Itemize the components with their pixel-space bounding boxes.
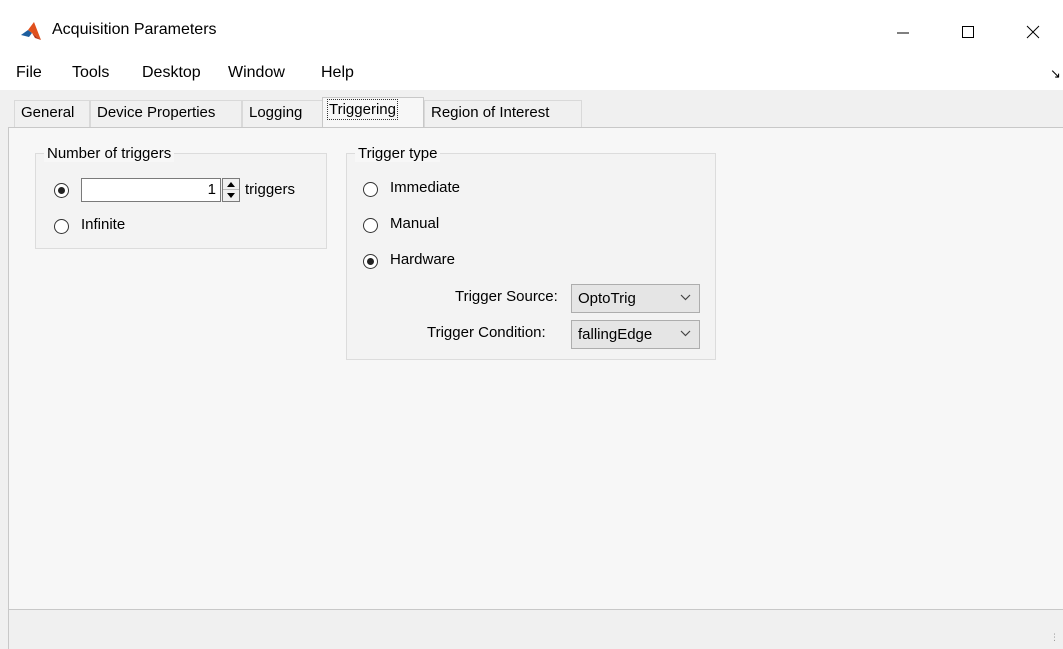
immediate-radio[interactable] <box>363 182 378 197</box>
menu-tools[interactable]: Tools <box>72 64 109 86</box>
infinite-radio[interactable] <box>54 219 69 234</box>
maximize-icon <box>962 26 974 38</box>
manual-radio[interactable] <box>363 218 378 233</box>
close-icon <box>1026 25 1040 39</box>
trigger-type-group: Trigger type Immediate Manual Hardware T… <box>346 145 716 360</box>
maximize-button[interactable] <box>945 12 991 52</box>
trigger-condition-label: Trigger Condition: <box>427 324 546 341</box>
tab-region-of-interest-label: Region of Interest <box>431 104 550 121</box>
trigger-source-select[interactable]: OptoTrig <box>571 284 700 313</box>
trigger-source-value: OptoTrig <box>578 290 636 307</box>
tab-logging[interactable]: Logging <box>242 100 324 128</box>
tab-logging-label: Logging <box>249 104 303 121</box>
minimize-button[interactable] <box>880 12 926 52</box>
menu-bar: File Tools Desktop Window Help ↘ <box>0 60 1063 90</box>
infinite-label[interactable]: Infinite <box>81 216 125 233</box>
chevron-down-icon <box>680 330 691 337</box>
menu-desktop[interactable]: Desktop <box>142 64 201 86</box>
manual-label[interactable]: Manual <box>390 215 439 232</box>
tab-device-properties-label: Device Properties <box>97 104 216 121</box>
hardware-radio[interactable] <box>363 254 378 269</box>
number-of-triggers-legend: Number of triggers <box>44 145 175 162</box>
trigger-count-radio[interactable] <box>54 183 69 198</box>
tab-device-properties[interactable]: Device Properties <box>90 100 242 128</box>
matlab-logo-icon <box>21 22 41 40</box>
window-title: Acquisition Parameters <box>52 21 217 38</box>
trigger-condition-value: fallingEdge <box>578 326 653 343</box>
tab-region-of-interest[interactable]: Region of Interest <box>424 100 582 128</box>
chevron-down-icon <box>680 294 691 301</box>
trigger-source-label: Trigger Source: <box>455 288 558 305</box>
minimize-icon <box>897 32 909 34</box>
dock-arrow-icon[interactable]: ↘ <box>1050 66 1061 82</box>
acquisition-parameters-window: Acquisition Parameters File Tools Deskto… <box>0 0 1063 649</box>
resize-grip-icon[interactable]: ⋮ <box>1050 632 1059 643</box>
status-bar: ⋮ <box>8 610 1063 649</box>
menu-file[interactable]: File <box>16 64 42 86</box>
close-button[interactable] <box>1010 12 1056 52</box>
tab-triggering-label: Triggering <box>327 99 398 120</box>
title-bar: Acquisition Parameters <box>0 0 1063 60</box>
tab-triggering[interactable]: Triggering <box>322 97 424 129</box>
tab-strip: General Device Properties Logging Trigge… <box>0 90 1063 129</box>
triggering-panel: Number of triggers 1 triggers Infinite T… <box>8 127 1063 610</box>
menu-help[interactable]: Help <box>321 64 354 86</box>
tab-general[interactable]: General <box>14 100 90 128</box>
menu-window[interactable]: Window <box>228 64 285 86</box>
trigger-type-legend: Trigger type <box>355 145 441 162</box>
trigger-count-spinner[interactable] <box>222 178 240 202</box>
tab-general-label: General <box>21 104 75 121</box>
trigger-count-field[interactable]: 1 <box>81 178 221 202</box>
trigger-condition-select[interactable]: fallingEdge <box>571 320 700 349</box>
spin-down-icon[interactable] <box>223 190 239 201</box>
number-of-triggers-group: Number of triggers 1 triggers Infinite <box>35 145 327 249</box>
spin-up-icon[interactable] <box>223 179 239 190</box>
hardware-label[interactable]: Hardware <box>390 251 455 268</box>
immediate-label[interactable]: Immediate <box>390 179 460 196</box>
triggers-unit-label: triggers <box>245 181 296 198</box>
